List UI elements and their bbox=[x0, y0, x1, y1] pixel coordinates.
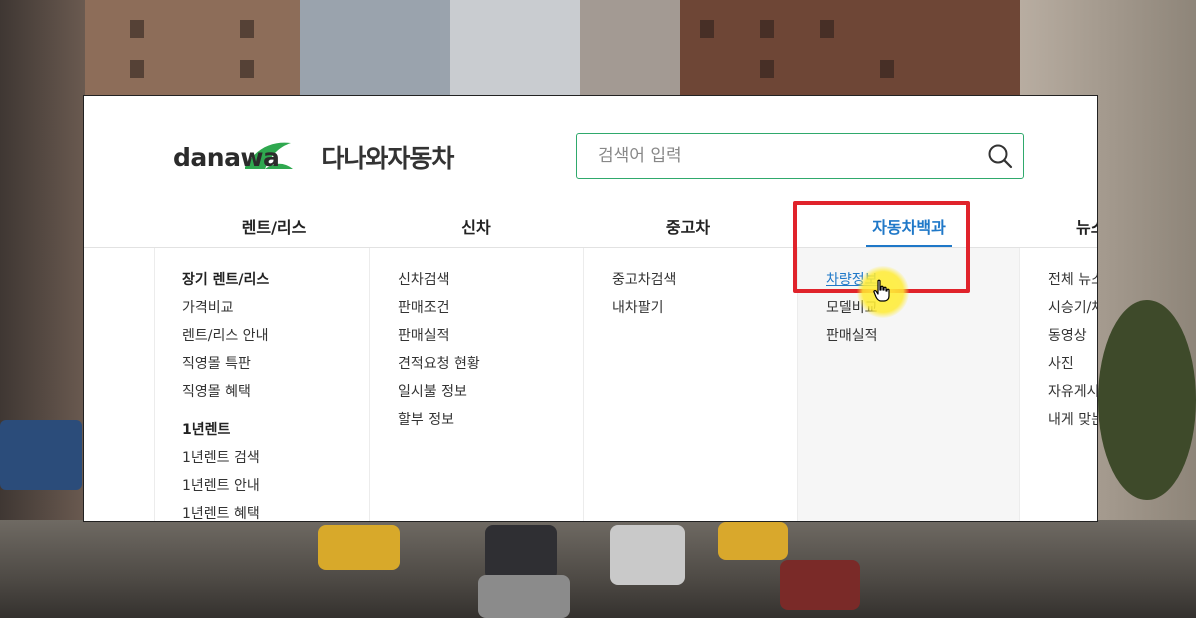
menu-column-rent-lease: 장기 렌트/리스 가격비교 렌트/리스 안내 직영몰 특판 직영몰 혜택 1년렌… bbox=[154, 248, 369, 521]
menu-item[interactable]: 1년렌트 안내 bbox=[182, 472, 369, 500]
menu-item[interactable]: 동영상 bbox=[1048, 322, 1097, 350]
building bbox=[680, 0, 1020, 110]
menu-item[interactable]: 일시불 정보 bbox=[398, 378, 583, 406]
menu-column-used-car: 중고차검색 내차팔기 bbox=[583, 248, 797, 521]
dropdown-menu-panel: danawa 다나와자동차 렌트/리스 신차 중고차 자동차백과 뉴스 bbox=[83, 95, 1098, 522]
menu-item[interactable]: 1년렌트 혜택 bbox=[182, 500, 369, 521]
nav-item-new-car[interactable]: 신차 bbox=[434, 214, 518, 246]
hand-pointer-icon bbox=[873, 279, 890, 302]
logo-wordmark: danawa bbox=[173, 142, 280, 172]
nav-item-rent-lease[interactable]: 렌트/리스 bbox=[224, 214, 324, 246]
building bbox=[450, 0, 580, 100]
nav-item-news[interactable]: 뉴스 bbox=[1076, 214, 1097, 246]
menu-item[interactable]: 사진 bbox=[1048, 350, 1097, 378]
logo-korean-title: 다나와자동차 bbox=[321, 144, 454, 173]
search-input[interactable] bbox=[596, 135, 977, 177]
menu-item[interactable]: 견적요청 현황 bbox=[398, 350, 583, 378]
menu-item[interactable]: 신차검색 bbox=[398, 266, 583, 294]
menu-item[interactable]: 내게 맞는 bbox=[1048, 406, 1097, 434]
menu-item[interactable]: 판매실적 bbox=[398, 322, 583, 350]
menu-column-new-car: 신차검색 판매조건 판매실적 견적요청 현황 일시불 정보 할부 정보 bbox=[369, 248, 583, 521]
menu-item[interactable]: 판매조건 bbox=[398, 294, 583, 322]
menu-item[interactable]: 판매실적 bbox=[826, 322, 1019, 350]
nav-item-used-car[interactable]: 중고차 bbox=[646, 214, 730, 246]
menu-item[interactable]: 가격비교 bbox=[182, 294, 369, 322]
menu-item[interactable]: 중고차검색 bbox=[612, 266, 797, 294]
search-box bbox=[576, 133, 1024, 179]
search-icon bbox=[988, 144, 1013, 169]
menu-item[interactable]: 렌트/리스 안내 bbox=[182, 322, 369, 350]
menu-column-news: 전체 뉴스 시승기/체 동영상 사진 자유게시 내게 맞는 bbox=[1019, 248, 1097, 521]
menu-item[interactable]: 직영몰 혜택 bbox=[182, 378, 369, 406]
menu-item[interactable]: 자유게시 bbox=[1048, 378, 1097, 406]
menu-item[interactable]: 1년렌트 검색 bbox=[182, 444, 369, 472]
menu-item[interactable]: 전체 뉴스 bbox=[1048, 266, 1097, 294]
menu-item[interactable]: 모델비교 bbox=[826, 294, 1019, 322]
menu-heading[interactable]: 1년렌트 bbox=[182, 416, 369, 444]
menu-item[interactable]: 내차팔기 bbox=[612, 294, 797, 322]
danawa-logo[interactable]: danawa 다나와자동차 bbox=[173, 139, 454, 175]
search-button[interactable] bbox=[977, 134, 1023, 178]
menu-item[interactable]: 직영몰 특판 bbox=[182, 350, 369, 378]
street bbox=[0, 520, 1196, 618]
menu-heading[interactable]: 장기 렌트/리스 bbox=[182, 266, 369, 294]
building bbox=[300, 0, 450, 110]
menu-item[interactable]: 할부 정보 bbox=[398, 406, 583, 434]
menu-item[interactable]: 시승기/체 bbox=[1048, 294, 1097, 322]
building bbox=[580, 0, 680, 110]
